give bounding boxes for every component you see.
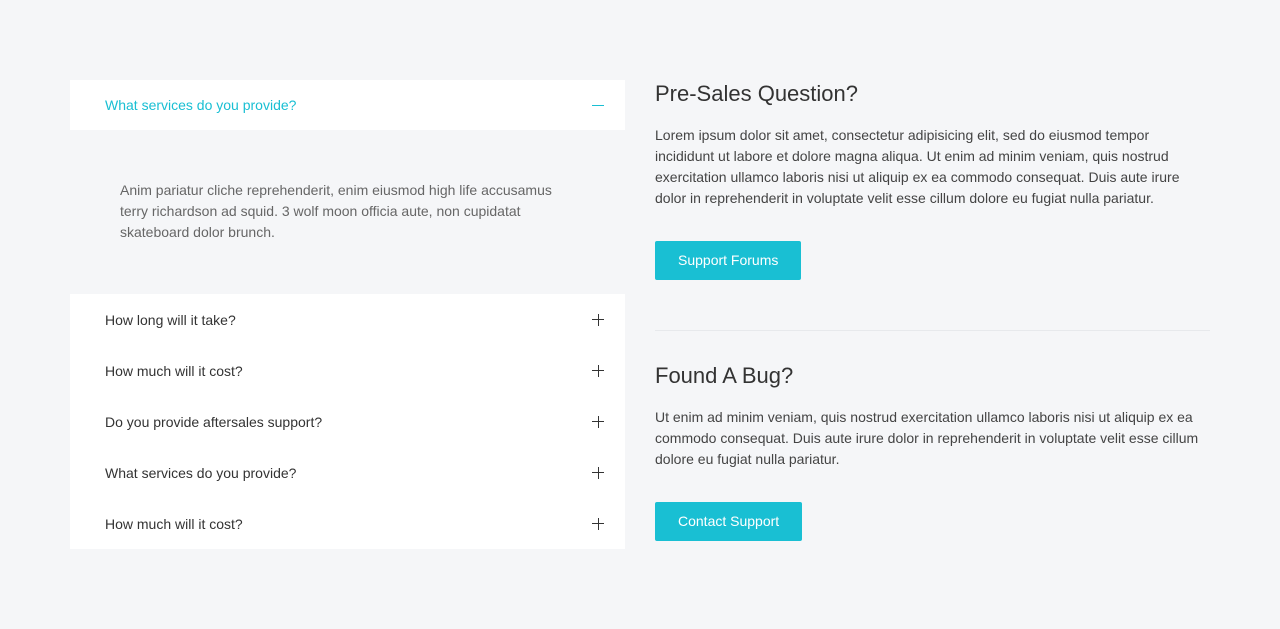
faq-question-label: What services do you provide? [105, 464, 297, 481]
faq-item-header[interactable]: How much will it cost? [70, 498, 625, 549]
bug-title: Found A Bug? [655, 363, 794, 388]
faq-item-header[interactable]: How much will it cost? [70, 345, 625, 396]
plus-icon[interactable] [592, 313, 604, 326]
presales-text: Lorem ipsum dolor sit amet, consectetur … [655, 127, 1180, 206]
faq-question-label: How much will it cost? [105, 362, 243, 379]
faq-question-label: How long will it take? [105, 311, 236, 328]
presales-section: Pre-Sales Question? Lorem ipsum dolor si… [655, 80, 1210, 280]
faq-support-section: What services do you provide? Anim paria… [0, 0, 1280, 629]
contact-support-button[interactable]: Contact Support [655, 502, 803, 541]
faq-question-label: How much will it cost? [105, 515, 243, 532]
faq-item-header[interactable]: How long will it take? [70, 294, 625, 345]
faq-item-header[interactable]: Do you provide aftersales support? [70, 396, 625, 447]
plus-icon[interactable] [592, 466, 604, 479]
faq-collapsed-list: How long will it take? How much will it … [70, 294, 625, 549]
minus-icon[interactable] [592, 99, 604, 111]
faq-item-header[interactable]: What services do you provide? [70, 447, 625, 498]
plus-icon[interactable] [592, 415, 604, 428]
support-forums-button[interactable]: Support Forums [655, 241, 802, 280]
presales-title: Pre-Sales Question? [655, 81, 858, 106]
bug-text: Ut enim ad minim veniam, quis nostrud ex… [655, 409, 1199, 467]
faq-item-active-header[interactable]: What services do you provide? [70, 80, 625, 130]
faq-question-label: What services do you provide? [105, 97, 297, 113]
section-divider [655, 330, 1210, 331]
plus-icon[interactable] [592, 517, 604, 530]
bug-section: Found A Bug? Ut enim ad minim veniam, qu… [655, 362, 1210, 541]
faq-question-label: Do you provide aftersales support? [105, 413, 323, 430]
support-column: Pre-Sales Question? Lorem ipsum dolor si… [655, 80, 1210, 541]
faq-answer-panel: Anim pariatur cliche reprehenderit, enim… [70, 130, 625, 294]
plus-icon[interactable] [592, 364, 604, 377]
faq-accordion: What services do you provide? Anim paria… [70, 80, 625, 549]
faq-answer-text: Anim pariatur cliche reprehenderit, enim… [120, 182, 552, 240]
